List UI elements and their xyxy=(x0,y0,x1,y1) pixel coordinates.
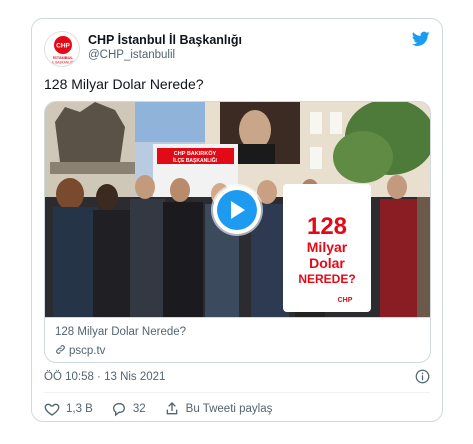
like-count: 1,3 B xyxy=(66,403,93,415)
reply-icon xyxy=(111,401,127,417)
tweet-actions: 1,3 B 32 Bu Tweeti paylaş xyxy=(44,400,290,418)
reply-button[interactable]: 32 xyxy=(111,401,146,417)
link-domain[interactable]: pscp.tv xyxy=(55,344,105,358)
bus-sign-line1: CHP BAKIRKÖY xyxy=(174,150,217,157)
like-button[interactable]: 1,3 B xyxy=(44,401,93,417)
avatar-caption-line1: İSTANBUL xyxy=(53,55,73,60)
info-icon[interactable] xyxy=(415,369,430,384)
link-icon xyxy=(55,344,66,358)
twitter-bird-icon[interactable] xyxy=(411,31,430,47)
avatar-logo-text: CHP xyxy=(56,43,70,50)
tweet-timestamp[interactable]: ÖÖ 10:58 · 13 Nis 2021 xyxy=(44,371,165,383)
divider xyxy=(44,392,430,393)
tweet-text: 128 Milyar Dolar Nerede? xyxy=(44,76,204,92)
sign-line4: NEREDE? xyxy=(298,272,355,286)
bus-sign-line2: İLÇE BAŞKANLIĞI xyxy=(173,156,218,164)
link-domain-text: pscp.tv xyxy=(69,345,106,357)
heart-icon xyxy=(44,401,60,417)
sign-line2: Milyar xyxy=(307,239,348,255)
embedded-tweet: CHP İSTANBUL İL BAŞKANLIĞI CHP İstanbul … xyxy=(31,18,443,422)
sign-logo: CHP xyxy=(338,297,353,304)
video-card[interactable]: CHP BAKIRKÖY İLÇE BAŞKANLIĞI 128 Milyar … xyxy=(44,101,431,363)
avatar[interactable]: CHP İSTANBUL İL BAŞKANLIĞI xyxy=(44,31,80,67)
play-icon[interactable] xyxy=(217,190,257,230)
reply-count: 32 xyxy=(132,403,146,415)
avatar-caption-line2: İL BAŞKANLIĞI xyxy=(52,60,74,65)
author-name[interactable]: CHP İstanbul İl Başkanlığı xyxy=(88,33,242,47)
link-title[interactable]: 128 Milyar Dolar Nerede? xyxy=(55,326,186,338)
sign-line3: Dolar xyxy=(309,255,345,271)
author-handle[interactable]: @CHP_istanbulil xyxy=(88,49,175,61)
share-button[interactable]: Bu Tweeti paylaş xyxy=(164,401,273,417)
link-preview[interactable]: 128 Milyar Dolar Nerede? pscp.tv xyxy=(45,317,430,362)
video-thumbnail[interactable]: CHP BAKIRKÖY İLÇE BAŞKANLIĞI 128 Milyar … xyxy=(45,102,430,317)
sign-line1: 128 xyxy=(307,213,347,240)
share-label: Bu Tweeti paylaş xyxy=(185,403,273,415)
share-icon xyxy=(164,401,180,417)
play-button[interactable] xyxy=(213,186,261,234)
